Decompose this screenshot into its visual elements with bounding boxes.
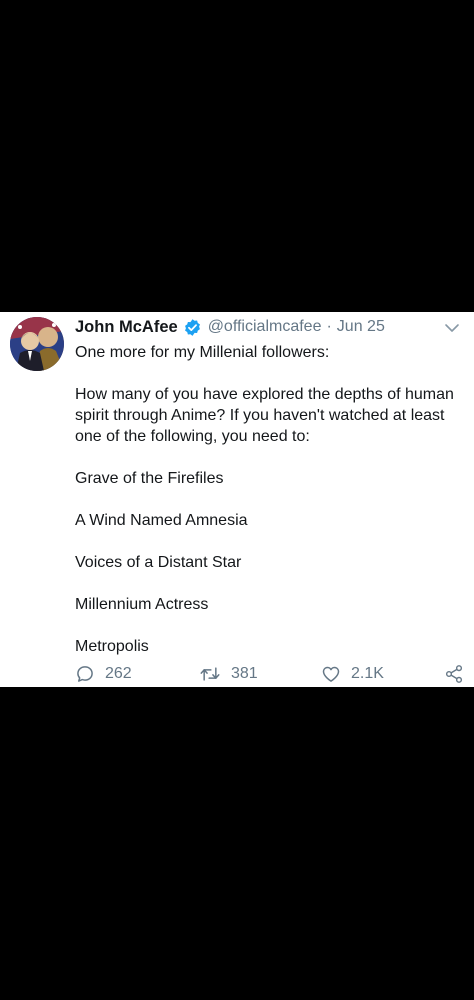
avatar[interactable] — [10, 317, 64, 371]
anime-title: A Wind Named Amnesia — [75, 512, 248, 529]
like-count: 2.1K — [351, 665, 384, 682]
tweet-header: John McAfee @officialmcafee · Jun 25 — [75, 316, 385, 338]
like-button[interactable]: 2.1K — [321, 664, 384, 684]
retweet-button[interactable]: 381 — [199, 664, 258, 684]
heart-icon — [322, 666, 340, 682]
anime-title: Grave of the Firefiles — [75, 470, 224, 487]
reply-count: 262 — [105, 665, 132, 682]
display-name[interactable]: John McAfee — [75, 318, 178, 337]
verified-badge-icon — [183, 318, 202, 337]
chevron-down-icon[interactable] — [444, 320, 460, 336]
retweet-icon — [200, 667, 220, 681]
tweet-card[interactable]: John McAfee @officialmcafee · Jun 25 One… — [0, 312, 474, 687]
reply-button[interactable]: 262 — [75, 664, 132, 684]
retweet-count: 381 — [231, 665, 258, 682]
tweet-text: One more for my Millenial followers: How… — [75, 342, 465, 657]
separator-dot: · — [326, 318, 332, 335]
share-button[interactable] — [444, 664, 474, 684]
tweet-date[interactable]: Jun 25 — [337, 318, 385, 336]
share-icon — [445, 665, 463, 683]
tweet-actions: 262 381 2.1K — [0, 664, 474, 686]
anime-title: Millennium Actress — [75, 596, 209, 613]
tweet-line: One more for my Millenial followers: — [75, 344, 330, 361]
avatar-image — [10, 317, 64, 371]
tweet-line: How many of you have explored the depths… — [75, 386, 454, 445]
screen: { "tweet": { "author": { "display_name":… — [0, 0, 474, 1000]
anime-title: Voices of a Distant Star — [75, 554, 242, 571]
handle[interactable]: @officialmcafee — [208, 318, 322, 336]
reply-icon — [77, 666, 93, 682]
anime-title: Metropolis — [75, 638, 149, 655]
